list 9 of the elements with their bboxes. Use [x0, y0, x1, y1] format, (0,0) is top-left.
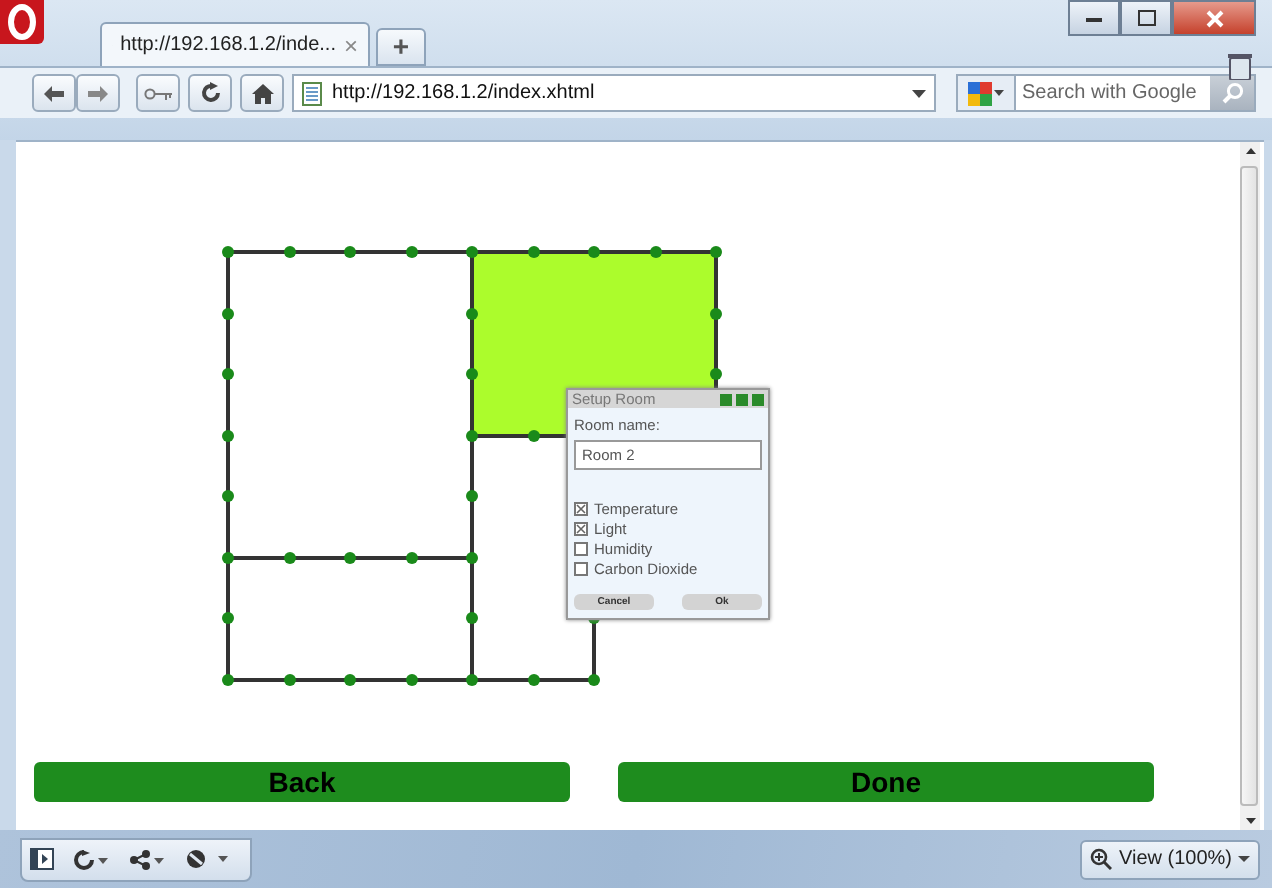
search-box[interactable]: Search with Google — [956, 74, 1256, 112]
address-text: http://192.168.1.2/index.xhtml — [332, 82, 597, 104]
browser-tab[interactable]: http://192.168.1.2/inde... × — [100, 22, 370, 66]
done-button[interactable]: Done — [618, 762, 1154, 802]
tab-title: http://192.168.1.2/inde... — [120, 34, 336, 56]
new-tab-button[interactable]: + — [376, 28, 426, 66]
view-zoom-button[interactable]: View (100%) — [1080, 839, 1260, 879]
address-field[interactable]: http://192.168.1.2/index.xhtml — [292, 74, 936, 112]
back-button[interactable]: Back — [34, 762, 570, 802]
